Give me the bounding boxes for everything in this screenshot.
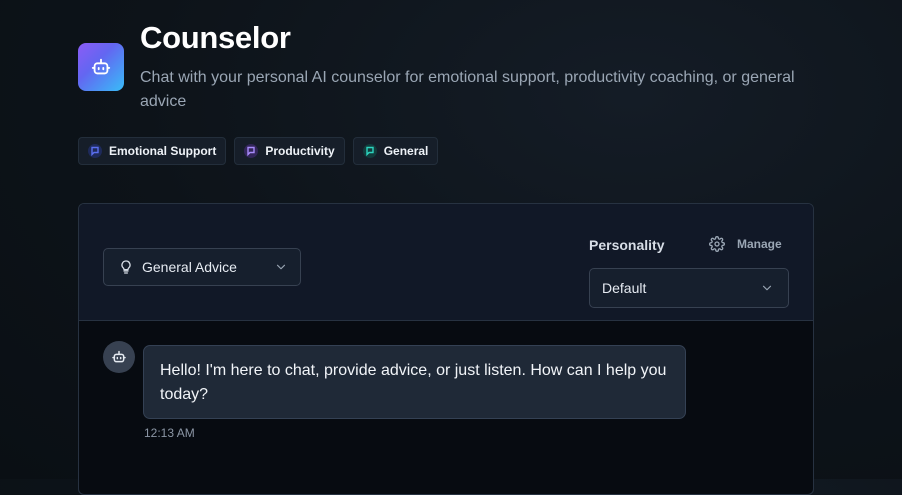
tag-label: General <box>383 144 429 158</box>
category-tags: Emotional Support Productivity General <box>78 137 439 165</box>
manage-label: Manage <box>737 237 782 251</box>
message-timestamp: 12:13 AM <box>144 426 195 440</box>
tag-label: Emotional Support <box>109 144 217 158</box>
page-title: Counselor <box>140 20 291 55</box>
chevron-down-icon <box>276 264 286 270</box>
chat-panel: General Advice Personality Manage Defaul… <box>78 203 814 495</box>
robot-icon <box>112 350 126 363</box>
robot-icon <box>91 58 111 75</box>
mode-select-value: General Advice <box>142 259 237 275</box>
tag-emotional-support[interactable]: Emotional Support <box>78 137 227 165</box>
message-bubble: Hello! I'm here to chat, provide advice,… <box>143 345 686 419</box>
mode-select[interactable]: General Advice <box>103 248 301 286</box>
tag-label: Productivity <box>265 144 335 158</box>
personality-select-value: Default <box>602 280 647 296</box>
personality-label: Personality <box>589 237 665 253</box>
bot-avatar <box>103 341 135 373</box>
tag-productivity[interactable]: Productivity <box>234 137 345 165</box>
manage-button[interactable]: Manage <box>709 236 782 252</box>
tag-general[interactable]: General <box>352 137 439 165</box>
app-logo <box>78 43 124 91</box>
page-subtitle: Chat with your personal AI counselor for… <box>140 69 795 110</box>
personality-select[interactable]: Default <box>589 268 789 308</box>
chat-icon <box>362 144 377 158</box>
chat-icon <box>244 144 259 158</box>
chat-icon <box>88 144 102 158</box>
gear-icon <box>709 236 725 252</box>
chat-panel-header: General Advice Personality Manage Defaul… <box>79 204 813 321</box>
lightbulb-icon <box>121 260 131 274</box>
chevron-down-icon <box>762 285 772 291</box>
